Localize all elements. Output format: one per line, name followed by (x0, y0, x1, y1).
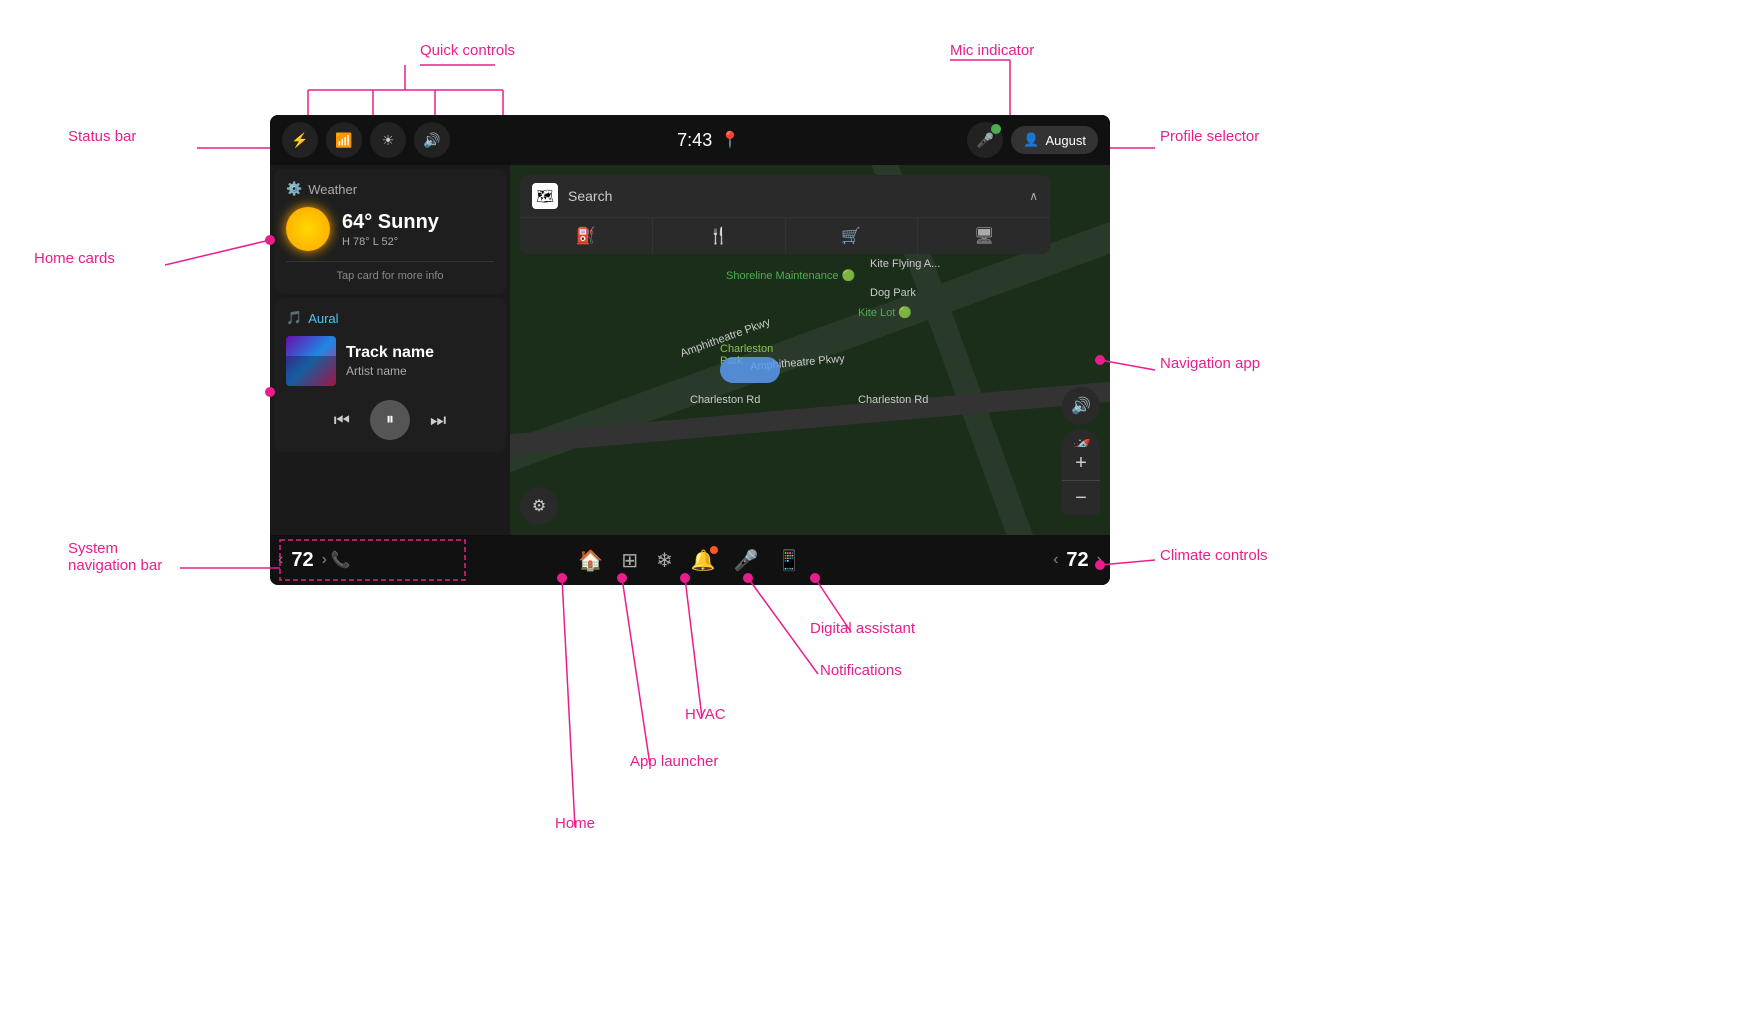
maps-logo: 🗺 (532, 183, 558, 209)
album-art (286, 336, 336, 386)
temp-right-value: 72 (1066, 549, 1088, 572)
notifications-label: Notifications (820, 662, 902, 679)
map-place-4: Shoreline Maintenance 🟢 (726, 269, 855, 282)
weather-tap-info[interactable]: Tap card for more info (286, 261, 494, 282)
temp-left-down-arrow[interactable]: ‹ (278, 551, 283, 569)
home-button[interactable]: 🏠 (578, 548, 603, 573)
search-expand-icon: ∧ (1029, 189, 1038, 203)
left-panel: ⚙️ Weather 64° Sunny H 78° L 52° Tap car… (270, 165, 510, 535)
map-place-3: Dog Park (870, 287, 916, 299)
map-zoom-buttons: + − (1062, 447, 1100, 515)
music-app-name: Aural (308, 311, 338, 326)
profile-selector-label: Profile selector (1160, 128, 1259, 145)
notifications-button[interactable]: 🔔 (691, 548, 716, 573)
track-name: Track name (346, 344, 434, 362)
prev-track-button[interactable]: ⏮ (334, 410, 350, 431)
car-screen: ⚡ 📶 ☀ 🔊 7:43 📍 🎤 👤 August ⚙️ Weathe (270, 115, 1110, 585)
status-bar-center: 7:43 📍 (677, 130, 740, 151)
map-search-container[interactable]: 🗺 Search ∧ ⛽ 🍴 🛒 🖥 (520, 175, 1050, 254)
zoom-out-button[interactable]: − (1062, 481, 1100, 515)
temp-left-up-arrow[interactable]: › (322, 551, 327, 569)
shopping-shortcut[interactable]: 🛒 (786, 218, 919, 254)
weather-details: H 78° L 52° (342, 236, 439, 248)
weather-icon: ⚙️ (286, 181, 302, 197)
music-app-header: 🎵 Aural (286, 310, 494, 326)
map-road-label-3: Charleston Rd (690, 394, 760, 406)
volume-icon[interactable]: 🔊 (414, 122, 450, 158)
hvac-button[interactable]: ❄ (656, 548, 673, 573)
map-place-2: Kite Flying A... (870, 258, 940, 270)
home-label: Home (555, 815, 595, 832)
status-bar-left: ⚡ 📶 ☀ 🔊 (282, 122, 450, 158)
weather-app-name: Weather (308, 182, 357, 197)
map-settings-button[interactable]: ⚙ (520, 487, 558, 525)
food-shortcut[interactable]: 🍴 (653, 218, 786, 254)
music-controls: ⏮ ⏸ ⏭ (286, 400, 494, 440)
profile-selector-button[interactable]: 👤 August (1011, 126, 1098, 154)
map-shortcuts: ⛽ 🍴 🛒 🖥 (520, 218, 1050, 254)
map-search-text[interactable]: Search (568, 188, 1019, 204)
profile-icon: 👤 (1023, 132, 1039, 148)
music-app-icon: 🎵 (286, 310, 302, 326)
status-bar-label: Status bar (68, 128, 136, 145)
digital-assistant-button[interactable]: 🎤 (734, 548, 759, 573)
time-display: 7:43 (677, 130, 712, 151)
status-bar-right: 🎤 👤 August (967, 122, 1098, 158)
temp-right-down-arrow[interactable]: ‹ (1053, 551, 1058, 569)
location-icon: 📍 (720, 130, 740, 150)
climate-right: ‹ 72 › (980, 549, 1110, 572)
audio-map-button[interactable]: 🔊 (1062, 387, 1100, 425)
weather-info: 64° Sunny H 78° L 52° (342, 211, 439, 248)
home-cards-label: Home cards (34, 250, 115, 267)
app-launcher-label: App launcher (630, 753, 718, 770)
map-location-pin (720, 357, 780, 383)
zoom-in-button[interactable]: + (1062, 447, 1100, 481)
digital-assistant-label: Digital assistant (810, 620, 915, 637)
pause-button[interactable]: ⏸ (370, 400, 410, 440)
artist-name: Artist name (346, 364, 434, 378)
climate-controls-label: Climate controls (1160, 547, 1268, 564)
mic-button[interactable]: 🎤 (967, 122, 1003, 158)
weather-main: 64° Sunny H 78° L 52° (286, 207, 494, 251)
music-card[interactable]: 🎵 Aural Track name Artist name ⏮ ⏸ ⏭ (274, 298, 506, 452)
sun-icon (286, 207, 330, 251)
map-search-bar[interactable]: 🗺 Search ∧ (520, 175, 1050, 218)
music-track-row: Track name Artist name (286, 336, 494, 386)
map-area[interactable]: Amphitheatre Pkwy Amphitheatre Pkwy Char… (510, 165, 1110, 535)
temp-left-value: 72 (291, 549, 313, 572)
app-launcher-button[interactable]: ⊞ (621, 548, 638, 573)
brightness-icon[interactable]: ☀ (370, 122, 406, 158)
next-track-button[interactable]: ⏭ (430, 410, 446, 431)
fuel-shortcut[interactable]: ⛽ (520, 218, 653, 254)
map-place-1: Kite Lot 🟢 (858, 306, 912, 319)
bluetooth-icon[interactable]: ⚡ (282, 122, 318, 158)
climate-left-icon[interactable]: 📞 (331, 550, 351, 570)
climate-left: ‹ 72 › 📞 (270, 549, 400, 572)
hvac-label: HVAC (685, 706, 726, 723)
status-bar: ⚡ 📶 ☀ 🔊 7:43 📍 🎤 👤 August (270, 115, 1110, 165)
navigation-app-label: Navigation app (1160, 355, 1260, 372)
weather-card[interactable]: ⚙️ Weather 64° Sunny H 78° L 52° Tap car… (274, 169, 506, 294)
parking-shortcut[interactable]: 🖥 (918, 218, 1050, 254)
profile-name: August (1046, 133, 1086, 148)
weather-header: ⚙️ Weather (286, 181, 494, 197)
map-road-label-4: Charleston Rd (858, 394, 928, 406)
system-nav-bar-label: Systemnavigation bar (68, 540, 162, 574)
weather-temperature: 64° Sunny (342, 211, 439, 234)
quick-controls-label: Quick controls (420, 42, 515, 59)
nav-center: 🏠 ⊞ ❄ 🔔 🎤 📱 (400, 548, 980, 573)
track-info: Track name Artist name (346, 344, 434, 378)
bottom-nav-bar: ‹ 72 › 📞 🏠 ⊞ ❄ 🔔 🎤 📱 ‹ 72 › (270, 535, 1110, 585)
mic-active-indicator (991, 124, 1001, 134)
temp-right-up-arrow[interactable]: › (1097, 551, 1102, 569)
signal-icon[interactable]: 📶 (326, 122, 362, 158)
mic-indicator-label: Mic indicator (950, 42, 1034, 59)
phone-button[interactable]: 📱 (777, 548, 802, 573)
